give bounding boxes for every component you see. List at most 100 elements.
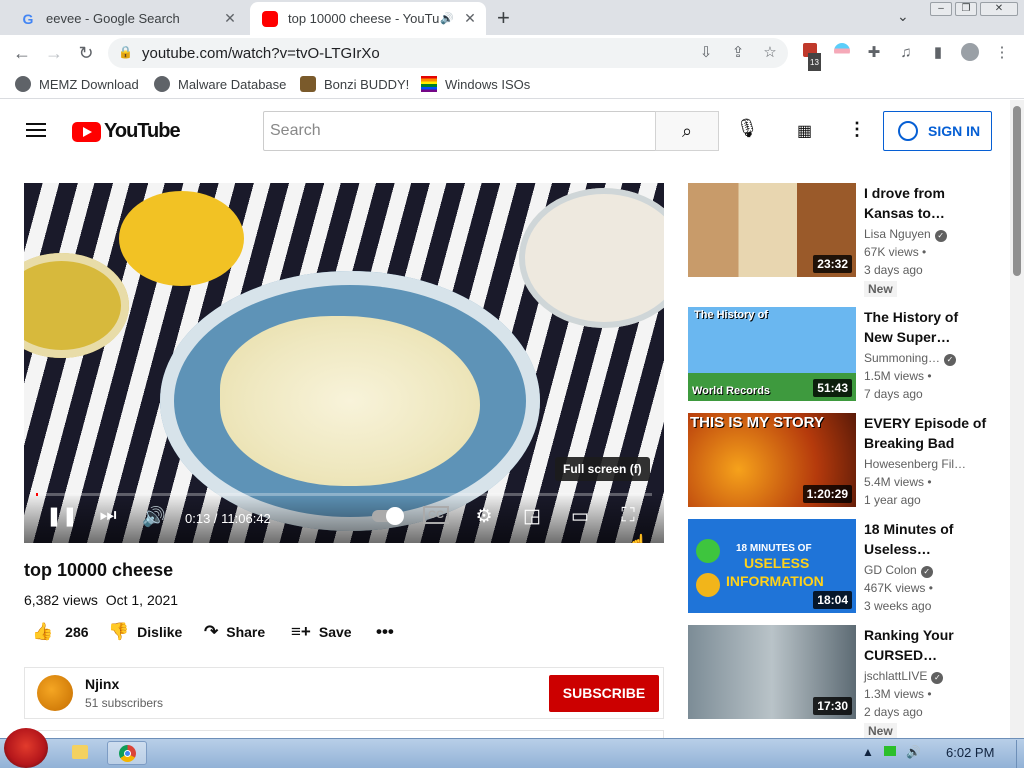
- progress-bar[interactable]: [36, 493, 652, 496]
- video-thumbnail[interactable]: 23:32: [688, 183, 856, 277]
- more-options-icon[interactable]: ⋮: [848, 119, 866, 140]
- recommendation-card[interactable]: The History of World Records 51:43 The H…: [688, 307, 998, 407]
- hamburger-menu-icon[interactable]: [26, 123, 46, 137]
- recommendation-card[interactable]: 17:30 Ranking Your CURSED… jschlattLIVE ✓…: [688, 625, 998, 739]
- rec-views: 1.5M views •: [864, 369, 932, 383]
- minimize-button[interactable]: –: [930, 2, 952, 16]
- extension-icon-badge[interactable]: 13: [800, 43, 821, 73]
- extension-flag-icon[interactable]: [832, 43, 852, 63]
- volume-icon[interactable]: 🔊: [140, 505, 168, 529]
- channel-label: jschlattLIVE: [864, 669, 928, 683]
- thumbnail-text: INFORMATION: [726, 573, 824, 589]
- recommendation-card[interactable]: 23:32 I drove from Kansas to… Lisa Nguye…: [688, 183, 998, 297]
- recommendation-card[interactable]: THIS IS MY STORY 1:20:29 EVERY Episode o…: [688, 413, 998, 513]
- bookmark-bonzi-buddy[interactable]: Bonzi BUDDY!: [300, 76, 409, 92]
- share-icon[interactable]: ⇪: [728, 43, 748, 63]
- search-input[interactable]: Search: [263, 111, 656, 151]
- bookmark-malware-database[interactable]: Malware Database: [154, 76, 286, 92]
- bookmark-windows-isos[interactable]: Windows ISOs: [421, 76, 530, 92]
- tab-google-search[interactable]: G eevee - Google Search ✕: [8, 2, 246, 35]
- sign-in-button[interactable]: SIGN IN: [883, 111, 992, 151]
- youtube-icon: [262, 10, 278, 27]
- install-app-icon[interactable]: ⇩: [696, 43, 716, 63]
- rec-views: 5.4M views •: [864, 475, 932, 489]
- fullscreen-icon[interactable]: ⛶: [614, 505, 642, 527]
- show-desktop-button[interactable]: [1016, 740, 1024, 768]
- rec-title[interactable]: The History of New Super…: [864, 307, 988, 347]
- youtube-logo[interactable]: YouTube: [72, 120, 181, 143]
- video-thumbnail[interactable]: 18 MINUTES OF USELESS INFORMATION 18:04: [688, 519, 856, 613]
- recommendation-card[interactable]: 18 MINUTES OF USELESS INFORMATION 18:04 …: [688, 519, 998, 619]
- rec-channel[interactable]: Howesenberg Fil…: [864, 457, 966, 471]
- bookmark-star-icon[interactable]: ☆: [760, 43, 780, 63]
- lock-icon[interactable]: 🔒: [118, 45, 133, 59]
- settings-gear-icon[interactable]: ⚙: [470, 505, 498, 528]
- search-button[interactable]: ⌕: [655, 111, 719, 151]
- tray-expand-icon[interactable]: ▲: [862, 745, 874, 759]
- globe-icon: [15, 76, 31, 92]
- taskbar-chrome-icon[interactable]: [107, 741, 147, 765]
- more-actions-button[interactable]: •••: [376, 622, 402, 642]
- theater-mode-icon[interactable]: ▭: [566, 505, 594, 528]
- video-thumbnail[interactable]: 17:30: [688, 625, 856, 719]
- apps-grid-icon[interactable]: ▦: [797, 121, 812, 141]
- account-icon: [898, 121, 918, 141]
- video-thumbnail[interactable]: The History of World Records 51:43: [688, 307, 856, 401]
- new-tab-button[interactable]: +: [497, 5, 510, 31]
- rec-title[interactable]: EVERY Episode of Breaking Bad: [864, 413, 988, 453]
- audio-playing-icon[interactable]: 🔊: [440, 12, 454, 25]
- miniplayer-icon[interactable]: ◲: [518, 505, 546, 528]
- dislike-button[interactable]: 👎 Dislike: [108, 622, 182, 642]
- pause-icon[interactable]: ❚❚: [46, 505, 78, 528]
- side-panel-icon[interactable]: ▮: [928, 43, 948, 63]
- bookmark-memz[interactable]: MEMZ Download: [15, 76, 139, 92]
- tab-search-chevron-icon[interactable]: ⌄: [897, 8, 909, 25]
- rec-channel[interactable]: GD Colon ✓: [864, 563, 933, 578]
- like-button[interactable]: 👍 286: [32, 622, 89, 642]
- rec-channel[interactable]: jschlattLIVE ✓: [864, 669, 944, 684]
- rec-title[interactable]: I drove from Kansas to…: [864, 183, 988, 223]
- close-tab-icon[interactable]: ✕: [220, 10, 240, 27]
- verified-check-icon: ✓: [944, 354, 957, 366]
- rec-title[interactable]: 18 Minutes of Useless…: [864, 519, 988, 559]
- tab-youtube[interactable]: top 10000 cheese - YouTube 🔊 ✕: [250, 2, 486, 35]
- close-tab-icon[interactable]: ✕: [460, 10, 480, 27]
- taskbar-clock[interactable]: 6:02 PM: [946, 745, 994, 760]
- channel-name[interactable]: Njinx: [85, 676, 119, 692]
- rec-channel[interactable]: Lisa Nguyen ✓: [864, 227, 947, 242]
- chrome-menu-icon[interactable]: ⋮: [992, 43, 1012, 63]
- subscribe-button[interactable]: SUBSCRIBE: [549, 675, 659, 712]
- video-player[interactable]: ❚❚ ⏭ 🔊 0:13 / 11:06:42 CC ⚙ ◲ ▭ ⛶ Full s…: [24, 183, 664, 543]
- close-window-button[interactable]: ✕: [980, 2, 1018, 16]
- forward-arrow-icon[interactable]: →: [42, 41, 66, 65]
- captions-icon[interactable]: CC: [422, 506, 450, 524]
- microphone-icon[interactable]: 🎙: [735, 118, 759, 144]
- profile-avatar-icon[interactable]: [960, 43, 980, 63]
- youtube-header: YouTube Search ⌕ 🎙 ▦ ⋮ SIGN IN: [0, 100, 1010, 160]
- thumbnail-text: World Records: [692, 385, 771, 397]
- rec-channel[interactable]: Summoning… ✓: [864, 351, 957, 366]
- autoplay-toggle[interactable]: [370, 505, 404, 527]
- save-button[interactable]: ≡+ Save: [291, 622, 352, 642]
- bookmark-label: MEMZ Download: [39, 76, 139, 92]
- channel-avatar[interactable]: [37, 675, 73, 711]
- media-control-icon[interactable]: ♫: [896, 43, 916, 63]
- reload-icon[interactable]: ↻: [74, 41, 98, 65]
- next-video-icon[interactable]: ⏭: [94, 505, 122, 527]
- url-text[interactable]: youtube.com/watch?v=tvO-LTGIrXo: [142, 45, 380, 62]
- start-button[interactable]: [4, 728, 48, 768]
- volume-tray-icon[interactable]: 🔊: [906, 745, 921, 759]
- scrollbar-thumb[interactable]: [1013, 106, 1021, 276]
- address-bar[interactable]: 🔒 youtube.com/watch?v=tvO-LTGIrXo ⇩ ⇪ ☆: [108, 38, 788, 68]
- taskbar-explorer-icon[interactable]: [60, 741, 100, 765]
- verified-check-icon: ✓: [934, 230, 947, 242]
- back-arrow-icon[interactable]: ←: [10, 41, 34, 65]
- rec-title[interactable]: Ranking Your CURSED…: [864, 625, 988, 665]
- maximize-button[interactable]: ❐: [955, 2, 977, 16]
- sign-in-label: SIGN IN: [928, 123, 981, 139]
- extensions-puzzle-icon[interactable]: ✚: [864, 43, 884, 63]
- share-button[interactable]: ↷ Share: [204, 622, 265, 642]
- network-icon[interactable]: [884, 745, 896, 759]
- yellow-face-icon: [696, 573, 720, 597]
- video-thumbnail[interactable]: THIS IS MY STORY 1:20:29: [688, 413, 856, 507]
